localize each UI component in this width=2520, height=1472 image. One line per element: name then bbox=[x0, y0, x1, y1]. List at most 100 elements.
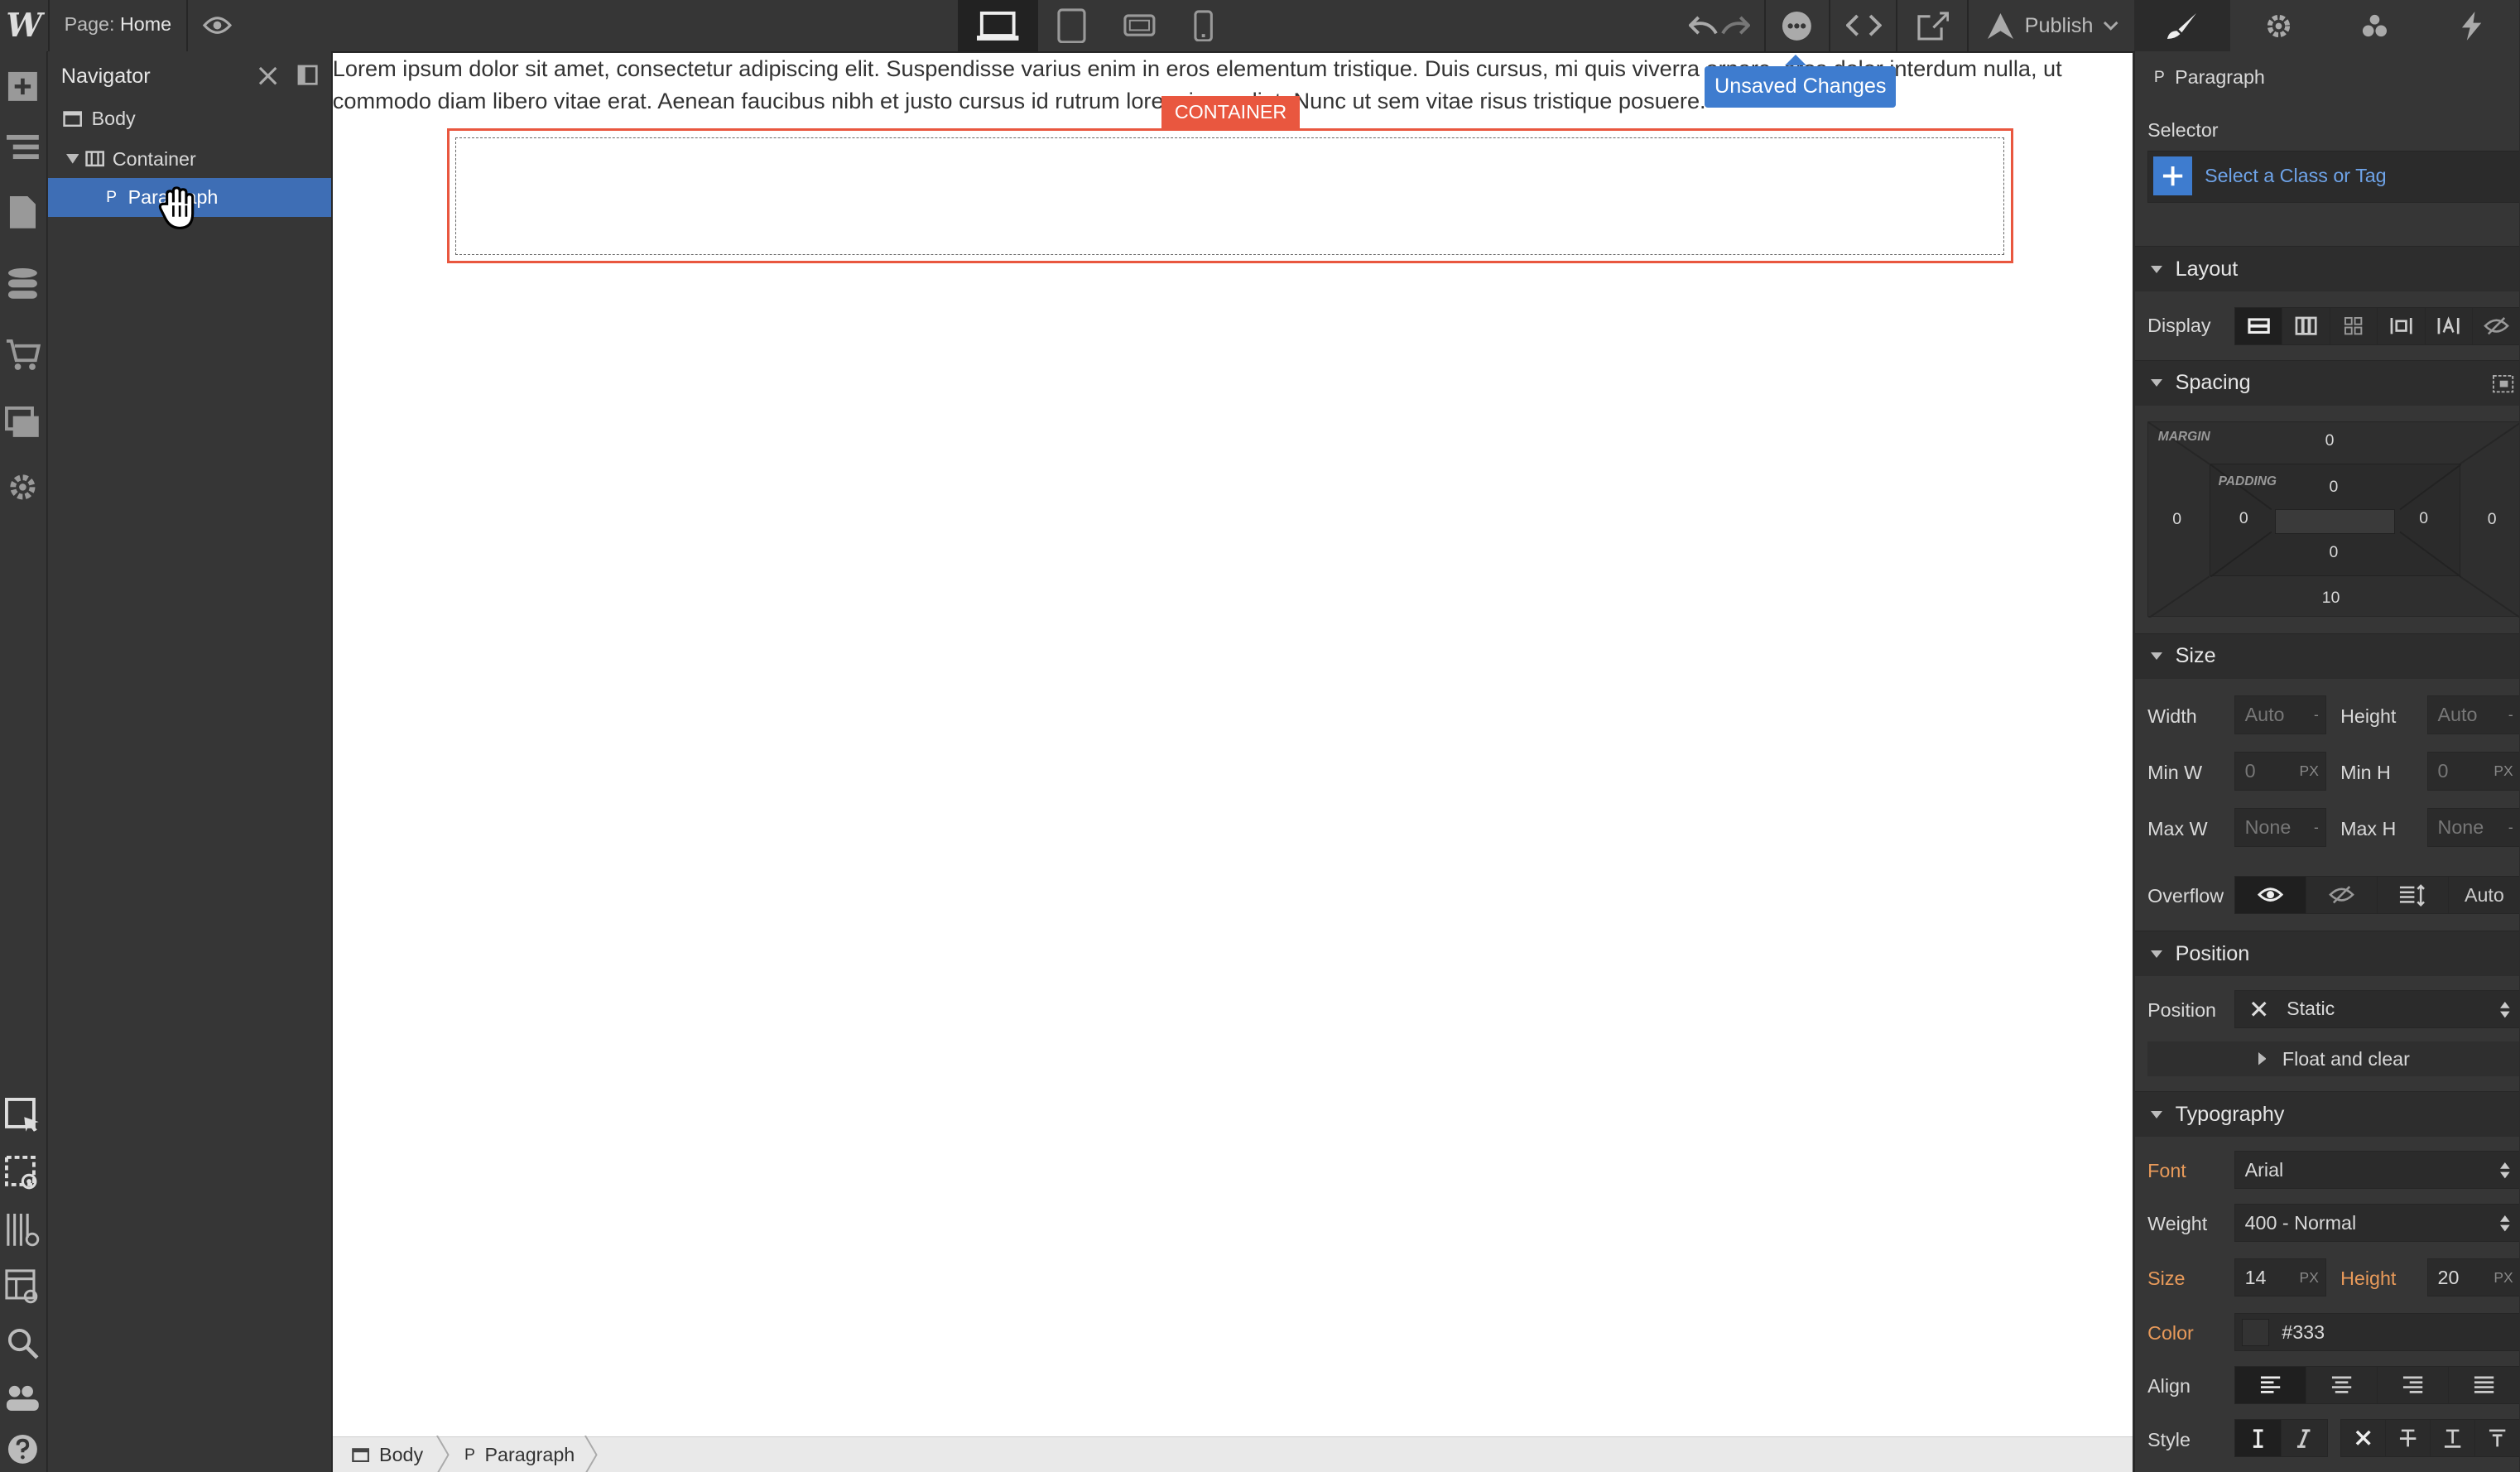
layout-section-header[interactable]: Layout bbox=[2134, 245, 2520, 292]
eye-icon[interactable] bbox=[195, 7, 239, 46]
spacing-options-icon[interactable] bbox=[2492, 374, 2514, 393]
tablet-icon[interactable] bbox=[1049, 7, 1094, 46]
size-section-header[interactable]: Size bbox=[2134, 633, 2520, 680]
settings-tab[interactable] bbox=[2230, 0, 2326, 51]
max-height-input[interactable]: None - bbox=[2426, 808, 2520, 847]
search-icon[interactable] bbox=[3, 1324, 42, 1363]
lightning-tab[interactable] bbox=[2423, 0, 2519, 51]
width-input[interactable]: Auto - bbox=[2234, 695, 2326, 735]
color-swatch[interactable] bbox=[2241, 1318, 2269, 1346]
code-icon[interactable] bbox=[1841, 7, 1886, 46]
weight-select[interactable]: 400 - Normal bbox=[2234, 1203, 2520, 1243]
min-width-unit[interactable]: PX bbox=[2300, 762, 2319, 780]
margin-right-value[interactable]: 0 bbox=[2488, 510, 2497, 529]
height-input[interactable]: Auto - bbox=[2426, 695, 2520, 735]
max-width-unit[interactable]: - bbox=[2314, 819, 2319, 836]
users-icon[interactable] bbox=[3, 1378, 42, 1417]
ecommerce-icon[interactable] bbox=[3, 336, 42, 375]
overflow-scroll-button[interactable] bbox=[2378, 876, 2450, 914]
min-height-input[interactable]: 0 PX bbox=[2426, 752, 2520, 791]
phone-icon[interactable] bbox=[1181, 7, 1226, 46]
align-right-button[interactable] bbox=[2378, 1366, 2450, 1404]
overflow-auto-button[interactable]: Auto bbox=[2449, 877, 2519, 914]
font-select[interactable]: Arial bbox=[2234, 1150, 2520, 1190]
close-icon[interactable] bbox=[258, 66, 277, 85]
breadcrumb-item-paragraph[interactable]: P Paragraph bbox=[464, 1444, 575, 1466]
font-size-input[interactable]: 14 PX bbox=[2234, 1258, 2326, 1297]
display-inline-block-button[interactable] bbox=[2378, 307, 2426, 345]
grid-overlay-icon[interactable] bbox=[3, 1210, 42, 1249]
publish-button[interactable]: Publish bbox=[1986, 0, 2118, 51]
overflow-visible-button[interactable] bbox=[2234, 876, 2307, 914]
display-none-button[interactable] bbox=[2473, 308, 2519, 345]
min-width-input[interactable]: 0 PX bbox=[2234, 752, 2326, 791]
navigator-row-container[interactable]: Container bbox=[48, 140, 331, 179]
typography-section-header[interactable]: Typography bbox=[2134, 1090, 2520, 1138]
redo-icon[interactable] bbox=[1713, 7, 1758, 46]
preview-select-icon[interactable] bbox=[3, 1154, 42, 1193]
font-size-unit[interactable]: PX bbox=[2300, 1269, 2319, 1287]
align-justify-button[interactable] bbox=[2449, 1367, 2519, 1404]
export-icon[interactable] bbox=[1911, 7, 1955, 46]
display-inline-button[interactable] bbox=[2426, 307, 2474, 345]
display-flex-button[interactable] bbox=[2282, 307, 2330, 345]
align-center-button[interactable] bbox=[2306, 1366, 2378, 1404]
style-italic-button[interactable] bbox=[2282, 1420, 2327, 1457]
assets-icon[interactable] bbox=[3, 403, 42, 442]
color-input[interactable]: #333 bbox=[2234, 1312, 2520, 1352]
design-canvas[interactable]: Lorem ipsum dolor sit amet, consectetur … bbox=[332, 53, 2133, 1437]
decoration-overline-button[interactable] bbox=[2475, 1420, 2519, 1457]
help-icon[interactable] bbox=[3, 1430, 42, 1469]
overflow-hidden-button[interactable] bbox=[2306, 876, 2378, 914]
comments-icon[interactable] bbox=[1774, 7, 1819, 46]
divider bbox=[1828, 0, 1830, 52]
decoration-none-button[interactable] bbox=[2341, 1419, 2387, 1457]
breadcrumb-item-body[interactable]: Body bbox=[352, 1444, 423, 1466]
padding-bottom-value[interactable]: 0 bbox=[2330, 543, 2339, 562]
height-unit[interactable]: - bbox=[2508, 706, 2513, 724]
add-class-icon[interactable] bbox=[2152, 156, 2192, 195]
max-height-unit[interactable]: - bbox=[2508, 819, 2513, 836]
landscape-icon[interactable] bbox=[1117, 7, 1161, 46]
desktop-icon[interactable] bbox=[975, 7, 1020, 46]
decoration-strikethrough-button[interactable] bbox=[2386, 1419, 2431, 1457]
decoration-underline-button[interactable] bbox=[2431, 1419, 2476, 1457]
padding-top-value[interactable]: 0 bbox=[2330, 478, 2339, 497]
navigator-row-body[interactable]: Body bbox=[48, 99, 331, 138]
settings-icon[interactable] bbox=[3, 468, 42, 507]
pages-icon[interactable] bbox=[3, 193, 42, 232]
display-grid-button[interactable] bbox=[2330, 307, 2378, 345]
display-block-button[interactable] bbox=[2234, 307, 2283, 345]
gear-icon bbox=[2267, 14, 2290, 37]
padding-right-value[interactable]: 0 bbox=[2419, 509, 2428, 528]
padding-left-value[interactable]: 0 bbox=[2239, 509, 2248, 528]
selector-field[interactable]: Select a Class or Tag bbox=[2147, 151, 2520, 203]
style-tab[interactable] bbox=[2133, 0, 2231, 52]
position-section-header[interactable]: Position bbox=[2134, 930, 2520, 977]
line-height-input[interactable]: 20 PX bbox=[2426, 1258, 2520, 1297]
position-select[interactable]: Static bbox=[2234, 989, 2520, 1029]
select-icon[interactable] bbox=[3, 1096, 42, 1135]
spacing-section-header[interactable]: Spacing bbox=[2134, 359, 2520, 406]
navigator-icon[interactable] bbox=[3, 128, 42, 167]
min-height-unit[interactable]: PX bbox=[2494, 762, 2513, 780]
add-icon[interactable] bbox=[3, 68, 42, 107]
style-manager-icon[interactable] bbox=[3, 1268, 42, 1306]
margin-top-value[interactable]: 0 bbox=[2325, 431, 2335, 450]
line-height-unit[interactable]: PX bbox=[2494, 1269, 2513, 1287]
page-selector[interactable]: Page: Home bbox=[65, 13, 171, 36]
margin-left-value[interactable]: 0 bbox=[2172, 510, 2181, 529]
dock-panel-icon[interactable] bbox=[297, 65, 318, 85]
float-and-clear-toggle[interactable]: Float and clear bbox=[2147, 1041, 2520, 1077]
align-left-button[interactable] bbox=[2234, 1366, 2307, 1404]
cms-icon[interactable] bbox=[3, 265, 42, 304]
container-element[interactable] bbox=[446, 128, 2014, 264]
padding-box: PADDING 0 0 0 0 bbox=[2209, 463, 2461, 577]
margin-bottom-value[interactable]: 10 bbox=[2322, 589, 2340, 608]
width-unit[interactable]: - bbox=[2314, 706, 2319, 724]
caret-down-icon[interactable] bbox=[65, 154, 79, 164]
style-normal-button[interactable] bbox=[2234, 1419, 2282, 1457]
interactions-tab[interactable] bbox=[2327, 0, 2423, 51]
webflow-logo[interactable]: W bbox=[0, 0, 48, 51]
max-width-input[interactable]: None - bbox=[2234, 808, 2326, 847]
